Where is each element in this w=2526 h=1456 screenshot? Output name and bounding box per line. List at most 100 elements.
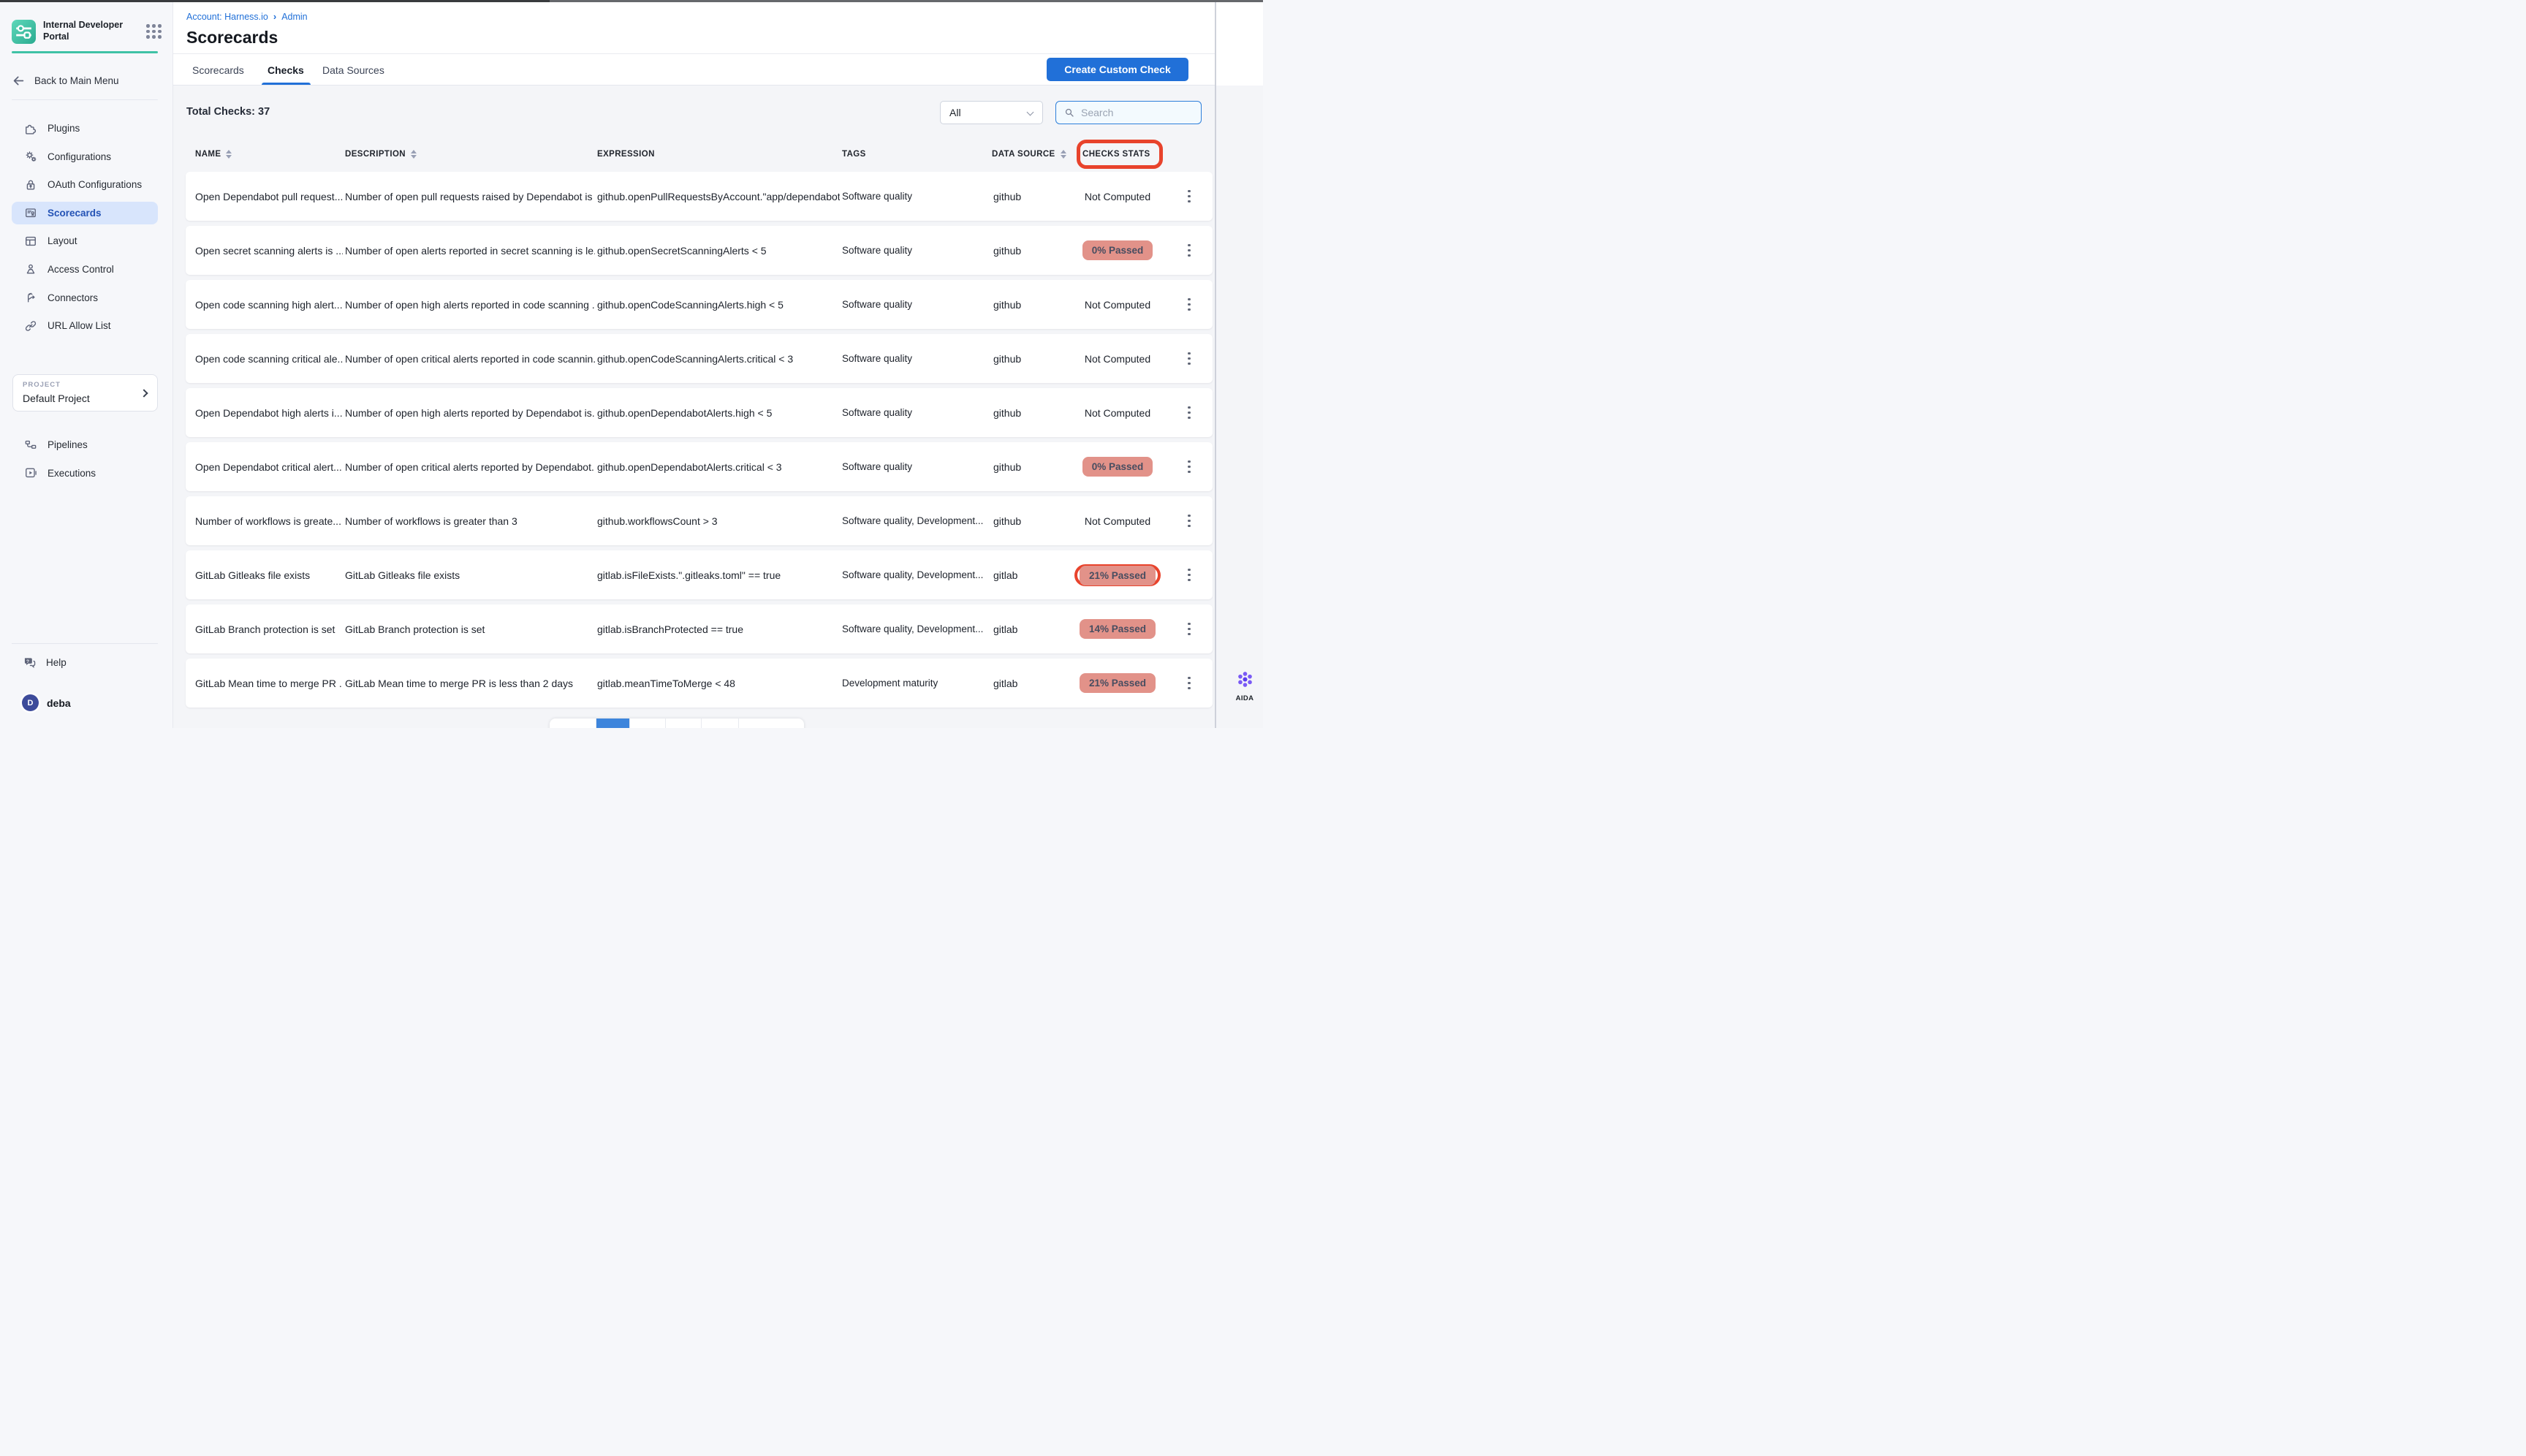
content-right-divider [1215,0,1216,728]
tab-scorecards[interactable]: Scorecards [192,64,244,76]
check-description: GitLab Branch protection is set [345,604,595,653]
row-menu-button[interactable] [1181,669,1197,697]
app-root: Internal Developer Portal Back to Main M… [0,0,1263,728]
project-eyebrow-label: PROJECT [23,381,61,389]
check-name: Number of workflows is greate... [195,496,343,545]
sidebar-item-access-control[interactable]: Access Control [12,258,158,281]
table-row[interactable]: Open secret scanning alerts is ... Numbe… [186,226,1213,275]
check-stats: Not Computed [1074,334,1161,383]
project-selector[interactable]: PROJECT Default Project [12,374,158,412]
check-expression: github.openCodeScanningAlerts.high < 5 [597,280,840,329]
sidebar-item-executions[interactable]: Executions [12,462,158,485]
check-expression: github.openCodeScanningAlerts.critical <… [597,334,840,383]
pipeline-icon [23,438,38,452]
check-name: Open Dependabot high alerts i... [195,388,343,437]
table-row[interactable]: GitLab Branch protection is set GitLab B… [186,604,1213,653]
check-description: Number of open pull requests raised by D… [345,172,595,221]
pagination[interactable] [550,718,804,728]
sort-icon [226,150,232,159]
column-header-expression[interactable]: EXPRESSION [597,150,655,159]
sidebar-item-pipelines[interactable]: Pipelines [12,433,158,456]
check-description: Number of open critical alerts reported … [345,442,595,491]
filter-dropdown[interactable]: All [940,101,1043,124]
check-data-source: github [993,334,1059,383]
check-stats: 21% Passed [1074,659,1161,708]
sidebar-divider [12,643,158,644]
passed-badge: 21% Passed [1080,566,1156,585]
row-menu-button[interactable] [1181,182,1197,211]
pagination-page[interactable] [702,718,739,728]
breadcrumb-account-link[interactable]: Account: Harness.io [186,12,268,22]
row-menu-button[interactable] [1181,344,1197,373]
sidebar-item-configurations[interactable]: Configurations [12,145,158,168]
sidebar-item-connectors[interactable]: Connectors [12,287,158,309]
check-stats: Not Computed [1074,388,1161,437]
row-menu-button[interactable] [1181,398,1197,427]
idp-logo-icon [12,20,36,44]
sidebar: Internal Developer Portal Back to Main M… [0,0,173,728]
check-expression: gitlab.isFileExists.".gitleaks.toml" == … [597,550,840,599]
pagination-page[interactable] [550,718,596,728]
aida-icon [1235,680,1255,692]
table-row[interactable]: Open code scanning critical ale... Numbe… [186,334,1213,383]
user-menu[interactable]: D deba [12,691,158,714]
check-tags: Software quality [842,334,991,383]
row-menu-button[interactable] [1181,507,1197,535]
table-row[interactable]: Open Dependabot pull request... Number o… [186,172,1213,221]
puzzle-icon [23,121,38,136]
row-menu-button[interactable] [1181,236,1197,265]
app-switcher-icon[interactable] [146,24,162,39]
check-tags: Software quality [842,226,991,275]
pagination-page[interactable] [739,718,804,728]
check-expression: github.workflowsCount > 3 [597,496,840,545]
total-checks-label: Total Checks: 37 [186,106,270,118]
column-header-tags[interactable]: TAGS [842,150,866,159]
tab-checks[interactable]: Checks [268,64,304,76]
aida-assistant-button[interactable]: AIDA [1232,670,1257,702]
back-to-main-menu-button[interactable]: Back to Main Menu [12,70,158,91]
column-header-name[interactable]: NAME [195,150,232,159]
row-menu-button[interactable] [1181,615,1197,643]
check-tags: Software quality, Development... [842,604,991,653]
help-button[interactable]: ? Help [12,651,158,674]
sidebar-item-plugins[interactable]: Plugins [12,117,158,140]
sidebar-project-nav: Pipelines Executions [12,433,158,485]
connector-icon [23,290,38,305]
create-custom-check-button[interactable]: Create Custom Check [1047,58,1188,81]
sidebar-item-layout[interactable]: Layout [12,230,158,252]
table-row[interactable]: GitLab Gitleaks file exists GitLab Gitle… [186,550,1213,599]
breadcrumb-admin-link[interactable]: Admin [281,12,307,22]
pagination-page-active[interactable] [596,718,630,728]
check-data-source: github [993,496,1059,545]
search-input[interactable] [1081,107,1213,118]
check-tags: Software quality, Development... [842,496,991,545]
check-stats: Not Computed [1074,496,1161,545]
check-data-source: github [993,280,1059,329]
search-box [1055,101,1202,124]
passed-badge: 21% Passed [1080,673,1156,693]
tab-data-sources[interactable]: Data Sources [322,64,384,76]
window-top-strip [0,0,1263,2]
pagination-page[interactable] [666,718,702,728]
table-row[interactable]: Open Dependabot high alerts i... Number … [186,388,1213,437]
row-menu-button[interactable] [1181,561,1197,589]
table-row[interactable]: GitLab Mean time to merge PR ... GitLab … [186,659,1213,708]
chevron-right-icon [140,389,148,397]
table-row[interactable]: Number of workflows is greate... Number … [186,496,1213,545]
column-header-data-source[interactable]: DATA SOURCE [992,150,1066,159]
chevron-down-icon [1027,109,1034,116]
row-menu-button[interactable] [1181,290,1197,319]
sidebar-item-scorecards[interactable]: Scorecards [12,202,158,224]
lock-icon [23,178,38,192]
check-description: Number of open critical alerts reported … [345,334,595,383]
table-row[interactable]: Open code scanning high alert... Number … [186,280,1213,329]
row-menu-button[interactable] [1181,452,1197,481]
column-header-checks-stats[interactable]: CHECKS STATS [1082,150,1150,159]
pagination-page[interactable] [630,718,666,728]
table-row[interactable]: Open Dependabot critical alert... Number… [186,442,1213,491]
column-header-description[interactable]: DESCRIPTION [345,150,417,159]
aida-label: AIDA [1232,694,1257,702]
check-data-source: github [993,388,1059,437]
sidebar-item-oauth-configurations[interactable]: OAuth Configurations [12,173,158,196]
sidebar-item-url-allow-list[interactable]: URL Allow List [12,314,158,337]
